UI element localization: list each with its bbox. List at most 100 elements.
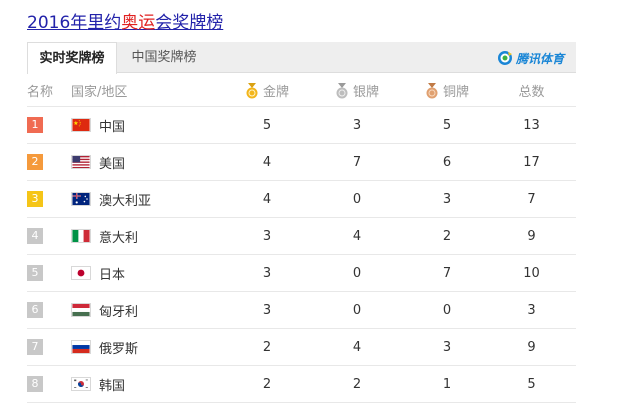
gold-count: 5 bbox=[262, 117, 272, 133]
total-count: 5 bbox=[527, 376, 536, 392]
tab-bar: 实时奖牌榜 中国奖牌榜 腾讯体育 bbox=[27, 42, 576, 74]
gold-count: 2 bbox=[262, 339, 272, 355]
silver-count: 0 bbox=[352, 191, 362, 207]
rank-badge: 2 bbox=[27, 154, 43, 170]
silver-count: 4 bbox=[352, 228, 362, 244]
table-row: 1 中国 5 3 5 13 bbox=[27, 107, 576, 144]
total-count: 10 bbox=[523, 265, 540, 281]
silver-count: 3 bbox=[352, 117, 362, 133]
brand-text: 腾讯体育 bbox=[515, 51, 564, 66]
japan-flag-icon bbox=[71, 266, 91, 280]
total-count: 7 bbox=[527, 191, 536, 207]
medal-table-page: 2016年里约奥运会奖牌榜 实时奖牌榜 中国奖牌榜 腾讯体育 名称 国家/地区 bbox=[0, 0, 622, 407]
rank-cell: 3 bbox=[27, 181, 67, 217]
gold-count: 3 bbox=[262, 302, 272, 318]
table-row: 8 韩国 2 2 1 5 bbox=[27, 366, 576, 403]
australia-flag-icon bbox=[71, 192, 91, 206]
country-name: 匈牙利 bbox=[99, 304, 139, 320]
table-row: 5 日本 3 0 7 10 bbox=[27, 255, 576, 292]
rank-cell: 4 bbox=[27, 218, 67, 254]
header-country: 国家/地区 bbox=[71, 85, 128, 100]
china-flag-icon bbox=[71, 118, 91, 132]
rank-badge: 5 bbox=[27, 265, 43, 281]
silver-count: 0 bbox=[352, 302, 362, 318]
tab-china-medals[interactable]: 中国奖牌榜 bbox=[119, 42, 209, 73]
rank-cell: 6 bbox=[27, 292, 67, 328]
gold-count: 2 bbox=[262, 376, 272, 392]
country-name: 意大利 bbox=[99, 230, 139, 246]
header-silver-label: 银牌 bbox=[352, 85, 379, 100]
country-name: 中国 bbox=[99, 119, 126, 135]
rank-badge: 1 bbox=[27, 117, 43, 133]
silver-count: 2 bbox=[352, 376, 362, 392]
country-name: 俄罗斯 bbox=[99, 341, 139, 357]
header-bronze-label: 铜牌 bbox=[442, 85, 469, 100]
country-name: 澳大利亚 bbox=[99, 193, 152, 209]
medal-table: 名称 国家/地区 金牌 银牌 铜牌 总数 1 中国 5 3 5 13 2 美国 … bbox=[27, 75, 576, 403]
table-row: 3 澳大利亚 4 0 3 7 bbox=[27, 181, 576, 218]
silver-count: 0 bbox=[352, 265, 362, 281]
table-row: 6 匈牙利 3 0 0 3 bbox=[27, 292, 576, 329]
bronze-count: 6 bbox=[442, 154, 452, 170]
total-count: 13 bbox=[523, 117, 540, 133]
hungary-flag-icon bbox=[71, 303, 91, 317]
country-name: 日本 bbox=[99, 267, 126, 283]
country-cell: 俄罗斯 bbox=[71, 329, 241, 365]
rank-cell: 5 bbox=[27, 255, 67, 291]
country-name: 韩国 bbox=[99, 378, 126, 394]
bronze-count: 1 bbox=[442, 376, 452, 392]
title-highlight: 奥运 bbox=[121, 13, 156, 33]
page-title-link[interactable]: 2016年里约奥运会奖牌榜 bbox=[27, 12, 223, 34]
country-cell: 澳大利亚 bbox=[71, 181, 241, 217]
country-name: 美国 bbox=[99, 156, 126, 172]
rank-badge: 3 bbox=[27, 191, 43, 207]
table-row: 2 美国 4 7 6 17 bbox=[27, 144, 576, 181]
gold-count: 4 bbox=[262, 191, 272, 207]
bronze-count: 7 bbox=[442, 265, 452, 281]
total-count: 17 bbox=[523, 154, 540, 170]
total-count: 3 bbox=[527, 302, 536, 318]
russia-flag-icon bbox=[71, 340, 91, 354]
title-year: 2016年 bbox=[27, 13, 88, 33]
tencent-sports-logo-icon bbox=[497, 51, 512, 65]
header-total: 总数 bbox=[518, 85, 545, 100]
title-pre: 里约 bbox=[87, 13, 122, 33]
rank-badge: 8 bbox=[27, 376, 43, 392]
table-header: 名称 国家/地区 金牌 银牌 铜牌 总数 bbox=[27, 75, 576, 107]
rank-cell: 2 bbox=[27, 144, 67, 180]
country-cell: 意大利 bbox=[71, 218, 241, 254]
bronze-medal-icon bbox=[426, 82, 438, 98]
country-cell: 韩国 bbox=[71, 366, 241, 402]
header-bronze: 铜牌 bbox=[407, 75, 487, 106]
table-body: 1 中国 5 3 5 13 2 美国 4 7 6 17 3 澳大利亚 4 0 3 7 4 意大利 3 4 2 9 5 日本 3 0 7 1… bbox=[27, 107, 576, 403]
gold-count: 3 bbox=[262, 265, 272, 281]
silver-count: 7 bbox=[352, 154, 362, 170]
header-gold: 金牌 bbox=[227, 75, 307, 106]
gold-count: 3 bbox=[262, 228, 272, 244]
gold-count: 4 bbox=[262, 154, 272, 170]
rank-cell: 1 bbox=[27, 107, 67, 143]
rank-cell: 7 bbox=[27, 329, 67, 365]
table-row: 4 意大利 3 4 2 9 bbox=[27, 218, 576, 255]
total-count: 9 bbox=[527, 228, 536, 244]
table-row: 7 俄罗斯 2 4 3 9 bbox=[27, 329, 576, 366]
silver-count: 4 bbox=[352, 339, 362, 355]
bronze-count: 0 bbox=[442, 302, 452, 318]
rank-badge: 6 bbox=[27, 302, 43, 318]
header-rank: 名称 bbox=[27, 85, 54, 100]
title-post: 会奖牌榜 bbox=[155, 13, 224, 33]
rank-badge: 4 bbox=[27, 228, 43, 244]
brand-logo[interactable]: 腾讯体育 bbox=[497, 49, 564, 67]
total-count: 9 bbox=[527, 339, 536, 355]
bronze-count: 3 bbox=[442, 339, 452, 355]
country-cell: 中国 bbox=[71, 107, 241, 143]
silver-medal-icon bbox=[336, 82, 348, 98]
rank-badge: 7 bbox=[27, 339, 43, 355]
tab-live-medals[interactable]: 实时奖牌榜 bbox=[27, 42, 117, 74]
header-silver: 银牌 bbox=[317, 75, 397, 106]
usa-flag-icon bbox=[71, 155, 91, 169]
country-cell: 日本 bbox=[71, 255, 241, 291]
korea-flag-icon bbox=[71, 377, 91, 391]
country-cell: 匈牙利 bbox=[71, 292, 241, 328]
header-gold-label: 金牌 bbox=[262, 85, 289, 100]
